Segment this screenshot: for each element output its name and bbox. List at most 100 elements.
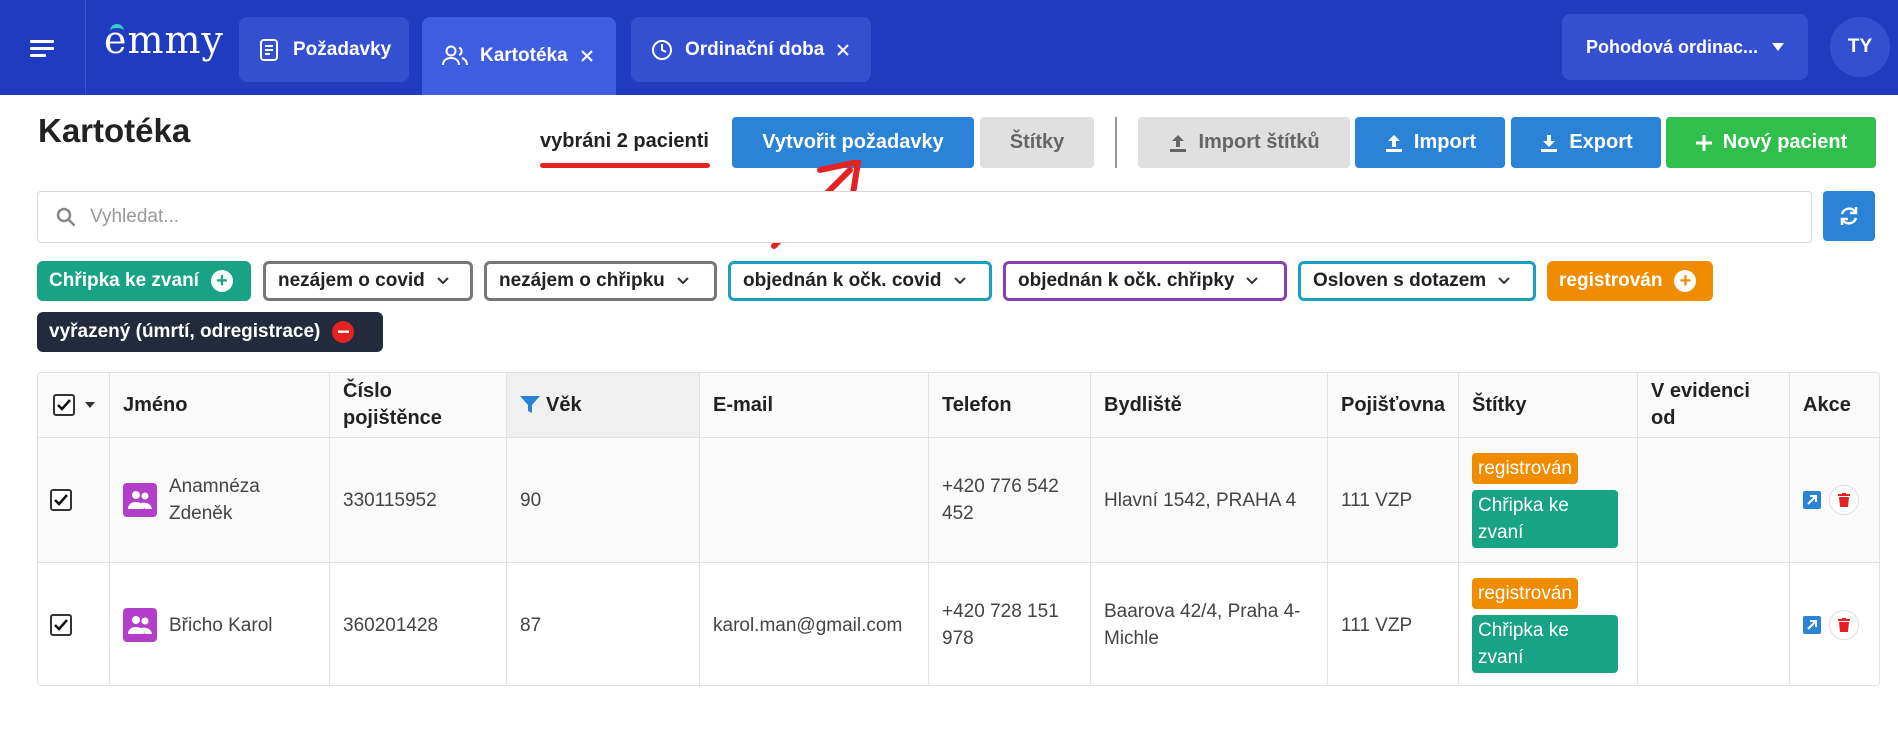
column-header-email[interactable]: E-mail bbox=[700, 373, 929, 437]
button-label: Import štítků bbox=[1198, 131, 1320, 153]
column-header-label: Věk bbox=[546, 393, 582, 416]
chip-label: registrován bbox=[1559, 270, 1663, 291]
refresh-button[interactable] bbox=[1823, 191, 1875, 241]
column-header-actions: Akce bbox=[1803, 393, 1851, 416]
close-icon[interactable] bbox=[836, 43, 850, 57]
chip-label: Chřipka ke zvaní bbox=[49, 270, 199, 291]
patient-icon bbox=[123, 483, 157, 517]
filter-chip-nezajem-covid[interactable]: nezájem o covid bbox=[263, 261, 473, 301]
caret-down-icon bbox=[1772, 43, 1784, 51]
select-all-checkbox[interactable] bbox=[52, 394, 75, 416]
selected-count: vybráni 2 pacienti bbox=[540, 130, 709, 152]
column-header-insurance-no[interactable]: Číslo pojištěnce bbox=[330, 373, 507, 437]
email-cell bbox=[700, 438, 929, 562]
patient-name-cell[interactable]: Anamnéza Zdeněk bbox=[110, 438, 330, 562]
chevron-down-icon bbox=[677, 277, 689, 285]
delete-button[interactable] bbox=[1829, 485, 1859, 515]
plus-icon bbox=[1695, 134, 1712, 151]
hamburger-icon bbox=[29, 39, 54, 57]
chevron-down-icon bbox=[953, 277, 966, 285]
table-header-row: Jméno Číslo pojištěnce Věk E-mail Telefo… bbox=[38, 373, 1879, 438]
column-header-insurer[interactable]: Pojišťovna bbox=[1328, 373, 1459, 437]
close-icon[interactable] bbox=[580, 49, 594, 63]
open-external-icon[interactable] bbox=[1803, 491, 1821, 509]
chevron-down-icon bbox=[437, 277, 449, 285]
plus-icon[interactable]: + bbox=[210, 270, 233, 292]
download-icon bbox=[1541, 134, 1558, 152]
age-cell: 90 bbox=[507, 438, 700, 562]
import-button[interactable]: Import bbox=[1355, 117, 1505, 168]
users-icon bbox=[442, 45, 468, 66]
chip-label: Osloven s dotazem bbox=[1313, 270, 1487, 291]
row-checkbox[interactable] bbox=[50, 489, 72, 511]
column-header-since[interactable]: V evidenci od bbox=[1638, 373, 1790, 437]
filter-chip-objednan-chripky[interactable]: objednán k očk. chřipky bbox=[1003, 261, 1287, 301]
chip-label: vyřazený (úmrtí, odregistrace) bbox=[49, 321, 321, 342]
filter-chip-vyrazeny[interactable]: vyřazený (úmrtí, odregistrace) − bbox=[37, 312, 383, 352]
hamburger-menu-button[interactable] bbox=[0, 0, 86, 95]
chevron-down-icon bbox=[1246, 277, 1259, 285]
tags-button[interactable]: Štítky bbox=[980, 117, 1094, 168]
caret-down-icon[interactable] bbox=[84, 402, 95, 408]
clock-icon bbox=[652, 39, 672, 60]
tag-badge: registrován bbox=[1472, 577, 1578, 609]
filter-chip-objednan-covid[interactable]: objednán k očk. covid bbox=[728, 261, 992, 301]
phone-cell: +420 776 542 452 bbox=[929, 438, 1091, 562]
chevron-down-icon bbox=[1498, 277, 1510, 285]
search-icon bbox=[56, 207, 76, 227]
tag-badge: Chřipka ke zvaní bbox=[1472, 614, 1618, 673]
patient-name-cell[interactable]: Břicho Karol bbox=[110, 563, 330, 685]
tab-ordinacni-doba[interactable]: Ordinační doba bbox=[631, 17, 871, 82]
column-header-age[interactable]: Věk bbox=[507, 373, 700, 437]
open-external-icon[interactable] bbox=[1803, 616, 1821, 634]
plus-icon[interactable]: + bbox=[1674, 270, 1697, 292]
tab-kartoteka[interactable]: Kartotéka bbox=[422, 17, 616, 95]
upload-icon bbox=[1385, 134, 1402, 152]
age-cell: 87 bbox=[507, 563, 700, 685]
chip-label: objednán k očk. covid bbox=[743, 270, 942, 291]
import-tags-button[interactable]: Import štítků bbox=[1138, 117, 1350, 168]
address-cell: Baarova 42/4, Praha 4-Michle bbox=[1091, 563, 1328, 685]
patient-name: Anamnéza Zdeněk bbox=[169, 476, 260, 524]
chip-label: nezájem o chřipku bbox=[499, 270, 665, 291]
minus-icon[interactable]: − bbox=[332, 321, 355, 343]
clinic-select-value: Pohodová ordinac... bbox=[1586, 36, 1759, 57]
checkmark-icon bbox=[54, 619, 68, 631]
row-checkbox[interactable] bbox=[50, 614, 72, 636]
clinic-select[interactable]: Pohodová ordinac... bbox=[1562, 14, 1808, 80]
row-select-cell bbox=[38, 438, 110, 562]
checkmark-icon bbox=[56, 399, 71, 411]
column-header-phone[interactable]: Telefon bbox=[929, 373, 1091, 437]
column-header-name[interactable]: Jméno bbox=[110, 373, 330, 437]
column-header-address[interactable]: Bydliště bbox=[1091, 373, 1328, 437]
page-title: Kartotéka bbox=[38, 112, 191, 149]
button-label: Vytvořit požadavky bbox=[762, 131, 944, 153]
search-input[interactable] bbox=[90, 206, 1690, 228]
table-row[interactable]: Anamnéza Zdeněk 330115952 90 +420 776 54… bbox=[38, 438, 1879, 563]
insurance-no-cell: 360201428 bbox=[330, 563, 507, 685]
tab-label: Ordinační doba bbox=[685, 38, 825, 60]
checkmark-icon bbox=[54, 494, 68, 506]
tab-pozadavky[interactable]: Požadavky bbox=[239, 17, 409, 82]
new-patient-button[interactable]: Nový pacient bbox=[1666, 117, 1876, 168]
user-avatar[interactable]: TY bbox=[1830, 17, 1890, 77]
filter-chip-osloven[interactable]: Osloven s dotazem bbox=[1298, 261, 1536, 301]
tags-cell: registrován Chřipka ke zvaní bbox=[1459, 563, 1638, 685]
button-label: Import bbox=[1413, 131, 1477, 153]
button-label: Štítky bbox=[1009, 131, 1065, 153]
table-row[interactable]: Břicho Karol 360201428 87 karol.man@gmai… bbox=[38, 563, 1879, 685]
since-cell bbox=[1638, 438, 1790, 562]
trash-icon bbox=[1838, 493, 1850, 507]
filter-chip-registrovan[interactable]: registrován + bbox=[1547, 261, 1713, 301]
toolbar-divider bbox=[1115, 117, 1117, 168]
filter-chip-chripka[interactable]: Chřipka ke zvaní + bbox=[37, 261, 251, 301]
row-select-cell bbox=[38, 563, 110, 685]
address-cell: Hlavní 1542, PRAHA 4 bbox=[1091, 438, 1328, 562]
trash-icon bbox=[1838, 618, 1850, 632]
delete-button[interactable] bbox=[1829, 610, 1859, 640]
document-icon bbox=[260, 38, 278, 61]
filter-chip-nezajem-chripku[interactable]: nezájem o chřipku bbox=[484, 261, 717, 301]
column-header-tags[interactable]: Štítky bbox=[1459, 373, 1638, 437]
export-button[interactable]: Export bbox=[1511, 117, 1661, 168]
logo[interactable]: emmy bbox=[104, 18, 224, 62]
